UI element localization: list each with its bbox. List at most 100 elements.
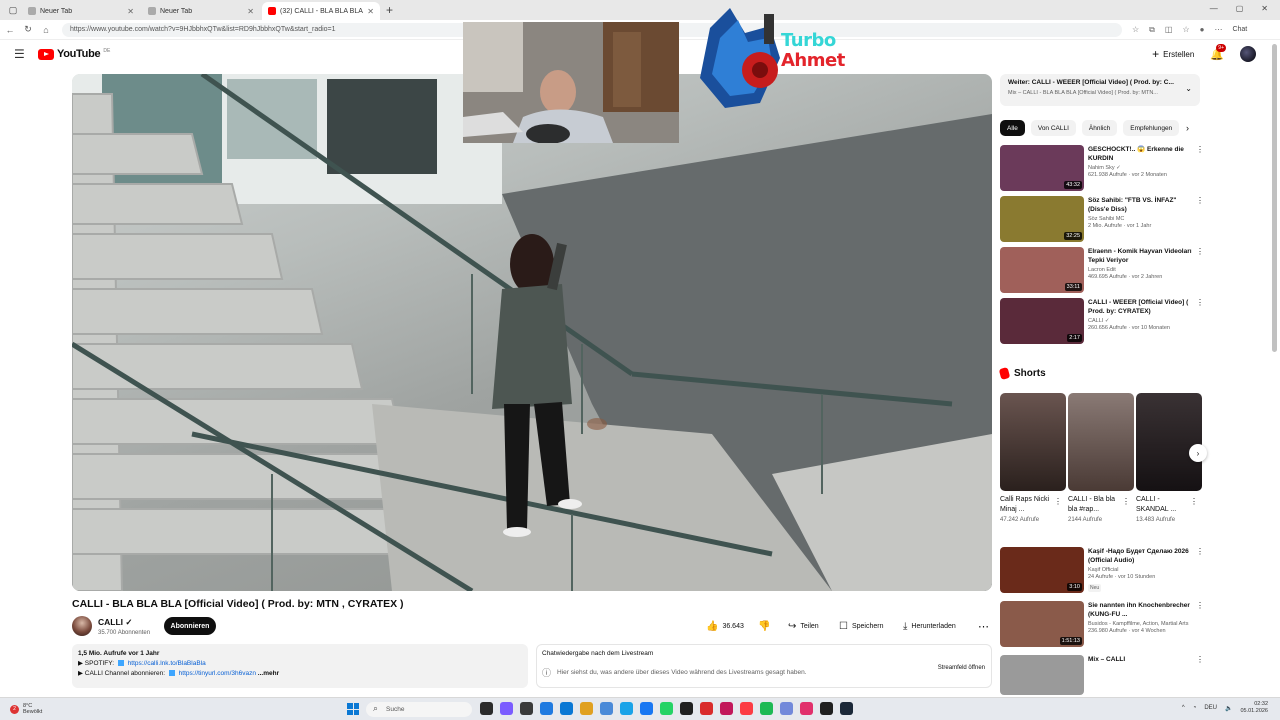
- youtube-logo[interactable]: YouTube DE: [38, 48, 110, 60]
- more-vert-icon[interactable]: ⋮: [1196, 655, 1204, 664]
- taskbar-app-icon[interactable]: [680, 702, 693, 715]
- open-chat-button[interactable]: Streamfeld öffnen: [938, 665, 985, 671]
- taskbar-app-icon[interactable]: [640, 702, 653, 715]
- taskbar-app-icon[interactable]: [740, 702, 753, 715]
- tab-favicon-icon: [28, 7, 36, 15]
- chip-from-channel[interactable]: Von CALLI: [1030, 120, 1076, 136]
- chip-all[interactable]: Alle: [1000, 120, 1025, 136]
- more-vert-icon[interactable]: ⋮: [1196, 547, 1204, 556]
- taskbar-app-icon[interactable]: [620, 702, 633, 715]
- channel-avatar[interactable]: [72, 616, 92, 636]
- taskbar-app-icon[interactable]: [560, 702, 573, 715]
- short-item[interactable]: Calli Raps Nicki Minaj ... 47.242 Aufruf…: [1000, 393, 1066, 523]
- taskbar-search[interactable]: Suche: [366, 702, 472, 717]
- show-more-link[interactable]: ...mehr: [258, 670, 279, 677]
- notifications-bell-icon[interactable]: 🔔 9+: [1210, 43, 1226, 61]
- create-button[interactable]: + Erstellen: [1152, 47, 1194, 61]
- like-button[interactable]: 👍 36.643: [706, 617, 744, 635]
- recommendation-item[interactable]: 33:11 Elraenn - Komik Hayvan Videoları T…: [1000, 247, 1204, 293]
- taskbar-app-icon[interactable]: [540, 702, 553, 715]
- dislike-button[interactable]: 👎: [758, 617, 770, 635]
- more-vert-icon[interactable]: ⋮: [1190, 497, 1198, 506]
- save-button[interactable]: ☐ Speichern: [839, 617, 884, 635]
- recommendation-item[interactable]: 1:51:13 Sie nannten ihn Knochenbrecher (…: [1000, 601, 1204, 647]
- taskbar-app-icon[interactable]: [840, 702, 853, 715]
- tray-chevron-icon[interactable]: ^: [1182, 705, 1185, 711]
- avatar-icon[interactable]: ●: [1200, 25, 1205, 35]
- taskbar-app-icon[interactable]: [660, 702, 673, 715]
- tab-label: (32) CALLI - BLA BLA BLA [Offi: [280, 7, 363, 15]
- back-icon[interactable]: ←: [2, 25, 18, 35]
- taskbar-app-icon[interactable]: [700, 702, 713, 715]
- split-icon[interactable]: ◫: [1165, 25, 1173, 35]
- taskbar-app-icon[interactable]: [500, 702, 513, 715]
- taskbar-app-icon[interactable]: [600, 702, 613, 715]
- extension-icon[interactable]: ⧉: [1149, 25, 1155, 35]
- maximize-icon[interactable]: ▢: [1236, 4, 1244, 13]
- mix-playlist-panel[interactable]: Weiter: CALLI - WEEER [Official Video] (…: [1000, 74, 1200, 106]
- close-tab-icon[interactable]: ✕: [127, 7, 134, 16]
- recommendation-item[interactable]: 43:32 GESCHOCKT!.. 😱 Erkenne die KURDIN …: [1000, 145, 1204, 191]
- windows-start-icon[interactable]: [347, 703, 359, 715]
- more-vert-icon[interactable]: ⋮: [1196, 145, 1204, 154]
- taskbar-app-icon[interactable]: [480, 702, 493, 715]
- browser-tab-1[interactable]: Neuer Tab ✕: [22, 2, 140, 20]
- subscribe-button[interactable]: Abonnieren: [164, 617, 216, 635]
- browser-tab-3[interactable]: (32) CALLI - BLA BLA BLA [Offi ✕: [262, 2, 380, 20]
- download-button[interactable]: ⤓ Herunterladen: [903, 617, 956, 635]
- weather-widget[interactable]: 2 8°C Bewölkt: [10, 703, 42, 715]
- more-vert-icon[interactable]: ⋮: [1196, 298, 1204, 307]
- taskbar-app-icon[interactable]: [720, 702, 733, 715]
- shorts-next-icon[interactable]: ›: [1189, 444, 1207, 462]
- wifi-icon[interactable]: ◔: [1193, 705, 1197, 711]
- speaker-icon[interactable]: 🔈: [1225, 705, 1232, 712]
- minimize-icon[interactable]: —: [1210, 4, 1218, 13]
- close-tab-icon[interactable]: ✕: [247, 7, 254, 16]
- taskbar-app-icon[interactable]: [780, 702, 793, 715]
- more-vert-icon[interactable]: ⋮: [1196, 196, 1204, 205]
- profile-icon[interactable]: ▢: [6, 3, 20, 17]
- video-player[interactable]: [72, 74, 992, 591]
- short-item[interactable]: CALLI - Bla bla bla #rap... 2144 Aufrufe…: [1068, 393, 1134, 523]
- save-label: Speichern: [851, 622, 884, 630]
- recommendation-item[interactable]: Mix – CALLI ⋮: [1000, 655, 1204, 695]
- more-actions-icon[interactable]: ⋯: [978, 617, 989, 635]
- chevron-right-icon[interactable]: ›: [1186, 123, 1189, 133]
- favorites-icon[interactable]: ☆: [1182, 25, 1189, 35]
- copilot-chat-button[interactable]: Chat: [1232, 26, 1247, 33]
- channel-link[interactable]: https://tinyurl.com/3h6vazn: [179, 670, 256, 677]
- more-vert-icon[interactable]: ⋮: [1196, 247, 1204, 256]
- recommendation-item[interactable]: 3:10 Kaşif -Надо Будет Сделаю 2026 (Offi…: [1000, 547, 1204, 593]
- close-tab-icon[interactable]: ✕: [367, 7, 374, 16]
- browser-tab-2[interactable]: Neuer Tab ✕: [142, 2, 260, 20]
- page-scrollbar[interactable]: [1272, 44, 1277, 352]
- taskbar-app-icon[interactable]: [820, 702, 833, 715]
- chip-similar[interactable]: Ähnlich: [1081, 120, 1118, 136]
- plus-icon: +: [1152, 47, 1160, 61]
- reload-icon[interactable]: ↻: [20, 24, 36, 35]
- more-vert-icon[interactable]: ⋮: [1054, 497, 1062, 506]
- channel-name[interactable]: CALLI ✓: [98, 617, 150, 628]
- taskbar-app-icon[interactable]: [800, 702, 813, 715]
- taskbar-app-icon[interactable]: [520, 702, 533, 715]
- taskbar-clock[interactable]: 02:32 05.01.2026: [1240, 701, 1268, 715]
- new-tab-icon[interactable]: +: [386, 3, 393, 17]
- recommendation-item[interactable]: 32:25 Söz Sahibi: "FTB VS. İNFAZ" (Diss'…: [1000, 196, 1204, 242]
- spotify-link[interactable]: https://calli.lnk.to/BlaBlaBla: [128, 660, 206, 667]
- more-icon[interactable]: ⋯: [1214, 25, 1222, 35]
- language-indicator[interactable]: DEU: [1204, 705, 1217, 711]
- more-vert-icon[interactable]: ⋮: [1122, 497, 1130, 506]
- share-button[interactable]: ↪ Teilen: [788, 617, 819, 635]
- description-box[interactable]: 1,5 Mio. Aufrufe vor 1 Jahr ▶ SPOTIFY: h…: [72, 644, 528, 688]
- taskbar-app-icon[interactable]: [580, 702, 593, 715]
- close-window-icon[interactable]: ✕: [1261, 4, 1268, 13]
- home-icon[interactable]: ⌂: [38, 25, 54, 35]
- recommendation-item[interactable]: 2:17 CALLI - WEEER [Official Video] ( Pr…: [1000, 298, 1204, 344]
- taskbar-app-icon[interactable]: [760, 702, 773, 715]
- chevron-down-icon[interactable]: ⌄: [1185, 84, 1192, 93]
- more-vert-icon[interactable]: ⋮: [1196, 601, 1204, 610]
- chip-recommended[interactable]: Empfehlungen: [1123, 120, 1180, 136]
- star-icon[interactable]: ☆: [1132, 25, 1139, 35]
- menu-icon[interactable]: ☰: [14, 47, 30, 61]
- account-avatar[interactable]: [1240, 46, 1256, 62]
